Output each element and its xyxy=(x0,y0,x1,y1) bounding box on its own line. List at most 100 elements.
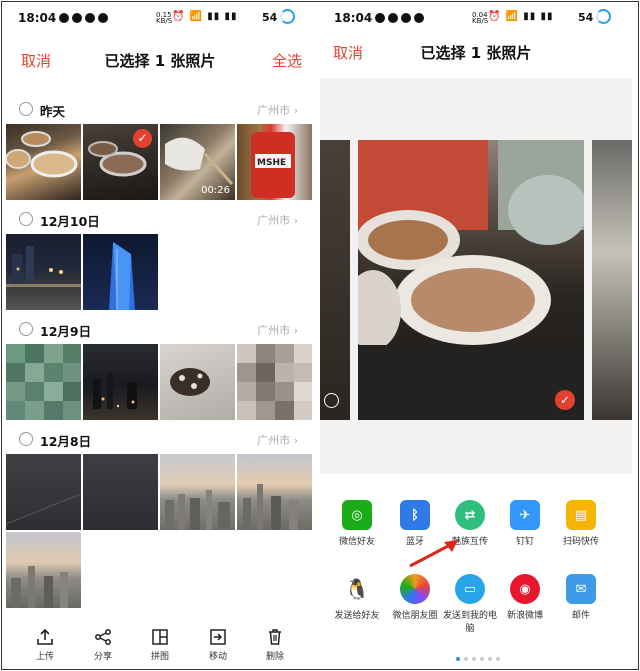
page-title: 已选择 1 张照片 xyxy=(104,52,216,70)
share-label: 发送到我的电脑 xyxy=(442,611,497,634)
share-to-computer[interactable]: ▭ 发送到我的电脑 xyxy=(439,574,501,636)
loading-ring-icon xyxy=(280,9,295,24)
status-bar: 18:04 0.15 KB/S ⏰ 📶 ▮▮ ▮▮ 54 xyxy=(4,2,316,36)
weibo-icon: ◉ xyxy=(510,574,540,604)
video-thumbnail[interactable]: 00:26 xyxy=(160,124,235,200)
photo-thumbnail[interactable] xyxy=(237,454,312,530)
loading-ring-icon xyxy=(596,9,611,24)
share-button[interactable]: 分享 xyxy=(78,628,128,662)
group-location-link[interactable]: 广州市 › xyxy=(257,102,298,118)
delete-button[interactable]: 删除 xyxy=(250,628,300,662)
group-location-link[interactable]: 广州市 › xyxy=(257,212,298,228)
share-label: 新浪微博 xyxy=(506,611,543,621)
group-location-link[interactable]: 广州市 › xyxy=(257,432,298,448)
selection-header: 取消 已选择 1 张照片 全选 xyxy=(4,36,316,80)
wechat-icon: ◎ xyxy=(342,500,372,530)
move-icon xyxy=(210,629,226,645)
share-weibo[interactable]: ◉ 新浪微博 xyxy=(494,574,556,623)
photo-thumbnail[interactable]: MSHE xyxy=(237,124,312,200)
share-label: 发送给好友 xyxy=(334,611,380,621)
share-sheet: ◎ 微信好友 ᛒ 蓝牙 ⇄ 魅族互传 ✈ 钉钉 ▤ 扫码快传 🐧 发送给好友 微… xyxy=(320,474,632,668)
page-title: 已选择 1 张照片 xyxy=(420,44,532,62)
group-select-radio[interactable] xyxy=(19,432,33,446)
date-group-header: 12月9日 广州市 › xyxy=(4,314,316,344)
group-date: 昨天 xyxy=(40,104,66,119)
meizu-transfer-icon: ⇄ xyxy=(455,500,485,530)
moments-icon xyxy=(400,574,430,604)
photo-thumbnail-pixelated[interactable] xyxy=(6,344,81,420)
share-label: 扫码快传 xyxy=(562,537,599,547)
group-select-radio[interactable] xyxy=(19,102,33,116)
photo-thumbnail[interactable] xyxy=(83,454,158,530)
photo-thumbnail[interactable] xyxy=(6,454,81,530)
annotation-arrow-icon xyxy=(409,540,458,568)
photo-thumbnail-pixelated[interactable] xyxy=(237,344,312,420)
photo-thumbnail[interactable] xyxy=(160,454,235,530)
photo-thumbnail[interactable] xyxy=(6,532,81,608)
share-label: 邮件 xyxy=(571,611,590,621)
delete-icon xyxy=(269,629,281,645)
photo-thumbnail-selected[interactable]: ✓ xyxy=(83,124,158,200)
toolbar-label: 分享 xyxy=(93,652,112,662)
group-date: 12月9日 xyxy=(40,324,92,339)
status-bar: 18:04 0.04 KB/S ⏰ 📶 ▮▮ ▮▮ 54 xyxy=(320,2,632,36)
share-label: 微信朋友圈 xyxy=(392,611,438,621)
toolbar-label: 移动 xyxy=(208,652,227,662)
share-scan-transfer[interactable]: ▤ 扫码快传 xyxy=(550,500,612,549)
photo-thumbnail[interactable] xyxy=(83,344,158,420)
date-group-header: 12月8日 广州市 › xyxy=(4,424,316,454)
upload-button[interactable]: 上传 xyxy=(20,628,70,662)
signal-icons: ⏰ 📶 ▮▮ ▮▮ xyxy=(172,11,238,22)
photo-select-screen: 18:04 0.15 KB/S ⏰ 📶 ▮▮ ▮▮ 54 取消 已选择 1 张照片… xyxy=(4,2,316,668)
next-photo-preview[interactable] xyxy=(592,140,632,420)
group-location-link[interactable]: 广州市 › xyxy=(257,322,298,338)
network-speed: 0.04 KB/S xyxy=(472,11,489,25)
photo-thumbnail[interactable] xyxy=(6,124,81,200)
toolbar-label: 拼图 xyxy=(150,652,169,662)
bottom-toolbar: 上传 分享 拼图 移动 删除 xyxy=(4,618,316,668)
share-icon xyxy=(95,629,111,645)
qq-icon: 🐧 xyxy=(342,574,372,604)
current-photo-preview[interactable]: ✓ xyxy=(358,140,584,420)
signal-icons: ⏰ 📶 ▮▮ ▮▮ xyxy=(488,11,554,22)
date-group-header: 12月10日 广州市 › xyxy=(4,204,316,234)
svg-text:MSHE: MSHE xyxy=(257,158,286,168)
share-wechat-friend[interactable]: ◎ 微信好友 xyxy=(326,500,388,549)
unselected-radio[interactable] xyxy=(324,393,339,408)
page-indicator xyxy=(454,646,502,665)
scan-transfer-icon: ▤ xyxy=(566,500,596,530)
status-time: 18:04 xyxy=(334,11,373,25)
toolbar-label: 删除 xyxy=(265,652,284,662)
share-label: 微信好友 xyxy=(338,537,375,547)
collage-button[interactable]: 拼图 xyxy=(135,628,185,662)
selected-check-icon[interactable]: ✓ xyxy=(555,390,575,410)
computer-icon: ▭ xyxy=(455,574,485,604)
photo-thumbnail[interactable] xyxy=(160,344,235,420)
share-dingtalk[interactable]: ✈ 钉钉 xyxy=(494,500,556,549)
group-date: 12月8日 xyxy=(40,434,92,449)
selected-check-icon: ✓ xyxy=(133,129,152,148)
notification-icons xyxy=(59,13,111,26)
photo-thumbnail[interactable] xyxy=(83,234,158,310)
select-all-button[interactable]: 全选 xyxy=(272,50,302,71)
share-mail[interactable]: ✉ 邮件 xyxy=(550,574,612,623)
dingtalk-icon: ✈ xyxy=(510,500,540,530)
move-button[interactable]: 移动 xyxy=(193,628,243,662)
group-select-radio[interactable] xyxy=(19,212,33,226)
upload-icon xyxy=(37,628,53,645)
share-label: 钉钉 xyxy=(515,537,534,547)
group-select-radio[interactable] xyxy=(19,322,33,336)
photo-thumbnail[interactable] xyxy=(6,234,81,310)
collage-icon xyxy=(152,629,168,645)
video-duration: 00:26 xyxy=(201,185,230,196)
notification-icons xyxy=(375,13,427,26)
photo-carousel[interactable]: ✓ xyxy=(320,78,632,474)
previous-photo-preview[interactable] xyxy=(320,140,350,420)
share-header: 取消 已选择 1 张照片 xyxy=(320,36,632,80)
share-qq-friend[interactable]: 🐧 发送给好友 xyxy=(326,574,388,623)
mail-icon: ✉ xyxy=(566,574,596,604)
share-screen: 18:04 0.04 KB/S ⏰ 📶 ▮▮ ▮▮ 54 取消 已选择 1 张照片 xyxy=(320,2,632,668)
share-wechat-moments[interactable]: 微信朋友圈 xyxy=(384,574,446,623)
battery-level: 54 xyxy=(578,11,594,24)
bluetooth-icon: ᛒ xyxy=(400,500,430,530)
